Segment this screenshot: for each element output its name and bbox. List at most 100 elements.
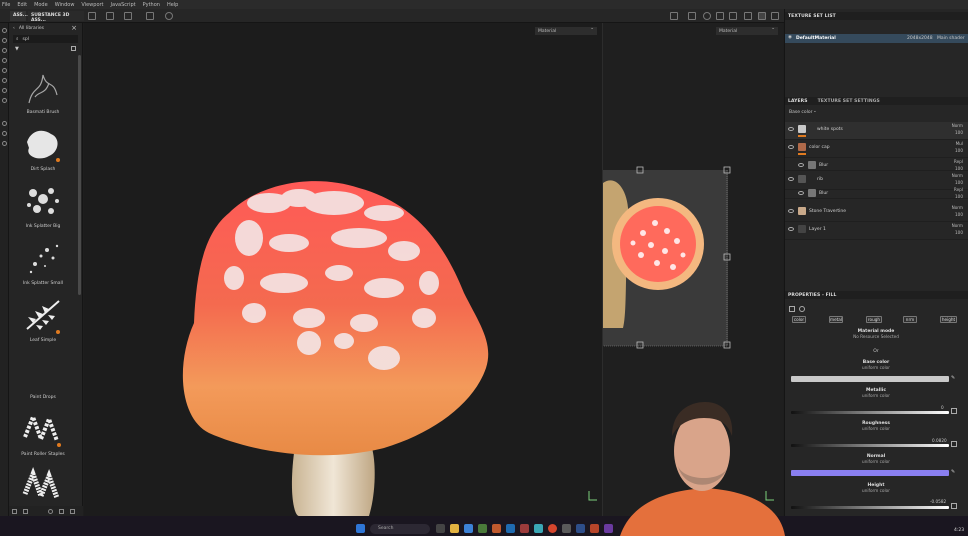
edge-icon[interactable] bbox=[464, 524, 473, 533]
eyedropper-icon[interactable]: ✎ bbox=[951, 375, 955, 381]
layer-name[interactable]: rib bbox=[817, 177, 823, 182]
grid-icon[interactable] bbox=[88, 12, 96, 20]
layer-opacity[interactable]: 100 bbox=[955, 212, 963, 217]
layer-blend-mode[interactable]: Mul bbox=[956, 141, 963, 146]
sphere-icon[interactable] bbox=[799, 306, 805, 312]
normal-swatch[interactable] bbox=[791, 470, 949, 476]
settings-icon[interactable] bbox=[744, 12, 752, 20]
layer-blend-mode[interactable]: Repl bbox=[954, 187, 963, 192]
windows-start-icon[interactable] bbox=[356, 524, 365, 533]
brush-item[interactable]: Ink Splatter Big bbox=[15, 179, 71, 229]
eraser-tool-icon[interactable] bbox=[1, 38, 7, 43]
roughness-slider[interactable] bbox=[791, 444, 949, 447]
layer-opacity[interactable]: 100 bbox=[955, 148, 963, 153]
export-tool-icon[interactable] bbox=[1, 141, 7, 146]
close-icon[interactable]: × bbox=[71, 24, 77, 32]
eyedropper-icon[interactable]: ✎ bbox=[951, 469, 955, 475]
brush-item[interactable]: Ink Splatter Small bbox=[15, 236, 71, 286]
chip-rough[interactable]: rough bbox=[866, 316, 882, 323]
brush-tool-icon[interactable] bbox=[758, 12, 766, 20]
material-icon[interactable] bbox=[789, 306, 795, 312]
app-icon[interactable] bbox=[576, 524, 585, 533]
viewport-icon[interactable] bbox=[146, 12, 154, 20]
metallic-slider[interactable] bbox=[791, 411, 949, 414]
eye-icon[interactable]: ◉ bbox=[788, 35, 792, 40]
grid-view-icon[interactable] bbox=[71, 46, 76, 51]
slider-settings-icon[interactable] bbox=[951, 441, 957, 447]
camera-icon[interactable] bbox=[124, 12, 132, 20]
layer-name[interactable]: Blur bbox=[819, 163, 828, 168]
eye-icon[interactable] bbox=[788, 209, 794, 213]
layer-row[interactable]: color cap Mul 100 bbox=[785, 140, 968, 158]
clock-text[interactable]: 4:23 bbox=[954, 528, 964, 533]
menu-item[interactable]: Window bbox=[55, 2, 75, 8]
layer-blend-mode[interactable]: Norm bbox=[952, 173, 963, 178]
taskbar-search[interactable]: Search bbox=[370, 524, 430, 534]
app-icon[interactable] bbox=[520, 524, 529, 533]
brush-item[interactable]: Leaf Simple bbox=[15, 293, 71, 343]
clock-icon[interactable] bbox=[165, 12, 173, 20]
brush-item[interactable]: Basmati Brush bbox=[15, 65, 71, 115]
tab-substance-assets[interactable]: SUBSTANCE 3D ASS... bbox=[28, 11, 84, 23]
brush-item[interactable]: Paint Roller Staples bbox=[15, 407, 71, 457]
measure-tool-icon[interactable] bbox=[1, 98, 7, 103]
import-icon[interactable] bbox=[12, 508, 17, 514]
slider-settings-icon[interactable] bbox=[951, 408, 957, 414]
menu-item[interactable]: JavaScript bbox=[111, 2, 136, 8]
clone-tool-icon[interactable] bbox=[1, 78, 7, 83]
layer-blend-mode[interactable]: Repl bbox=[954, 159, 963, 164]
layer-row[interactable]: white spots Norm 100 bbox=[785, 122, 968, 140]
menu-item[interactable]: File bbox=[2, 2, 10, 8]
brush-item[interactable]: Dirt Splash bbox=[15, 122, 71, 172]
viewport-3d[interactable]: Material bbox=[84, 23, 602, 516]
assets-scrollbar[interactable] bbox=[78, 55, 81, 295]
layer-row[interactable]: Layer 1 Norm 100 bbox=[785, 222, 968, 240]
material-mode-block[interactable]: Material mode No Resource Selected bbox=[791, 329, 961, 340]
app-icon[interactable] bbox=[506, 524, 515, 533]
eye-icon[interactable] bbox=[788, 145, 794, 149]
paint-tool-icon[interactable] bbox=[1, 28, 7, 33]
layer-name[interactable]: Layer 1 bbox=[809, 227, 826, 232]
chevron-left-icon[interactable]: ‹ bbox=[13, 26, 15, 31]
layer-opacity[interactable]: 100 bbox=[955, 180, 963, 185]
sphere-icon[interactable] bbox=[703, 12, 711, 20]
picker-tool-icon[interactable] bbox=[1, 88, 7, 93]
menu-item[interactable]: Viewport bbox=[81, 2, 103, 8]
layer-blend-mode[interactable]: Norm bbox=[952, 205, 963, 210]
layer-name[interactable]: white spots bbox=[817, 127, 843, 132]
add-icon[interactable] bbox=[70, 508, 75, 514]
tab-texture-set-settings[interactable]: TEXTURE SET SETTINGS bbox=[818, 99, 880, 104]
app-icon[interactable] bbox=[478, 524, 487, 533]
app-icon[interactable] bbox=[562, 524, 571, 533]
layer-blend-mode[interactable]: Norm bbox=[952, 123, 963, 128]
bake-tool-icon[interactable] bbox=[1, 131, 7, 136]
folder-icon[interactable] bbox=[23, 508, 28, 514]
smudge-tool-icon[interactable] bbox=[1, 68, 7, 73]
text-tool-icon[interactable] bbox=[1, 121, 7, 126]
tab-assets[interactable]: ASS... bbox=[10, 11, 28, 21]
app-icon[interactable] bbox=[590, 524, 599, 533]
channel-label[interactable]: Base color bbox=[789, 110, 812, 115]
eye-icon[interactable] bbox=[788, 177, 794, 181]
search-input[interactable]: spl bbox=[23, 37, 29, 42]
layer-opacity[interactable]: 100 bbox=[955, 230, 963, 235]
metallic-value[interactable]: 0 bbox=[941, 405, 944, 410]
chip-color[interactable]: color bbox=[792, 316, 806, 323]
app-icon[interactable] bbox=[534, 524, 543, 533]
height-value[interactable]: -0.0582 bbox=[930, 499, 946, 504]
menu-item[interactable]: Mode bbox=[34, 2, 48, 8]
layer-name[interactable]: Stone Travertine bbox=[809, 209, 846, 214]
eye-icon[interactable] bbox=[788, 127, 794, 131]
snapshot-icon[interactable] bbox=[716, 12, 724, 20]
app-icon[interactable] bbox=[492, 524, 501, 533]
paint-icon[interactable] bbox=[771, 12, 779, 20]
base-color-swatch[interactable] bbox=[791, 376, 949, 382]
render-icon[interactable] bbox=[688, 12, 696, 20]
brush-item[interactable] bbox=[15, 464, 71, 508]
taskview-icon[interactable] bbox=[436, 524, 445, 533]
texture-set-item[interactable]: ◉ DefaultMaterial 2048x2048 Main shader bbox=[785, 34, 968, 43]
eye-icon[interactable] bbox=[798, 163, 804, 167]
slider-settings-icon[interactable] bbox=[951, 503, 957, 509]
layer-row[interactable]: Blur Repl 100 bbox=[785, 186, 968, 199]
tab-layers[interactable]: LAYERS bbox=[788, 99, 808, 104]
